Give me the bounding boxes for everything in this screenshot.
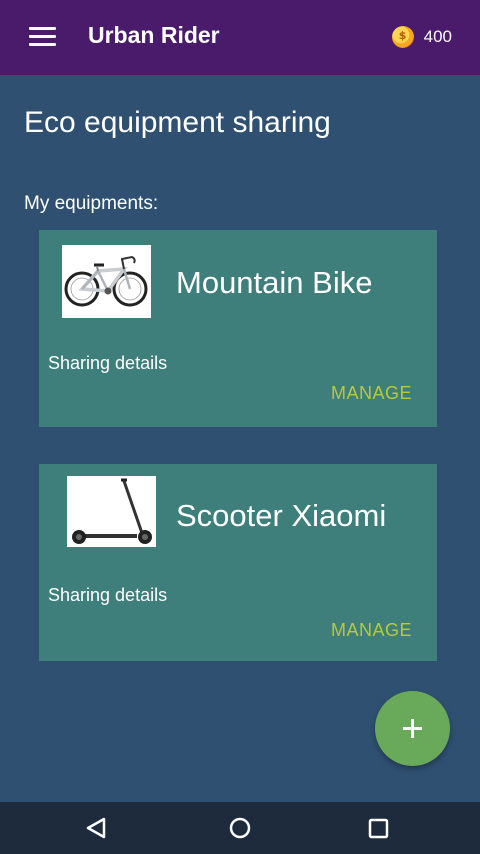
recents-icon[interactable] (360, 810, 396, 846)
sharing-details-label: Sharing details (48, 353, 168, 373)
coin-count: 400 (423, 27, 452, 46)
equipment-name: Scooter Xiaomi (176, 498, 387, 533)
manage-button[interactable]: MANAGE (331, 620, 412, 641)
coin-balance: 400 (391, 26, 452, 48)
manage-button[interactable]: MANAGE (331, 383, 412, 404)
home-icon[interactable] (222, 810, 258, 846)
system-nav-bar (0, 802, 480, 854)
equipment-card[interactable]: Scooter Xiaomi Sharing details MANAGE (39, 464, 437, 661)
bicycle-image (62, 245, 151, 318)
section-label: My equipments: (24, 193, 159, 214)
app-bar: Urban Rider 400 (0, 0, 480, 75)
menu-icon[interactable] (29, 27, 56, 47)
equipment-card[interactable]: Mountain Bike Sharing details MANAGE (39, 230, 437, 427)
app-title: Urban Rider (88, 22, 220, 48)
back-icon[interactable] (78, 810, 114, 846)
sharing-details-label: Sharing details (48, 585, 168, 605)
scooter-image (67, 476, 156, 547)
equipment-name: Mountain Bike (176, 265, 373, 300)
add-equipment-button[interactable] (375, 691, 450, 766)
coin-icon (391, 26, 414, 48)
page-title: Eco equipment sharing (24, 106, 331, 139)
